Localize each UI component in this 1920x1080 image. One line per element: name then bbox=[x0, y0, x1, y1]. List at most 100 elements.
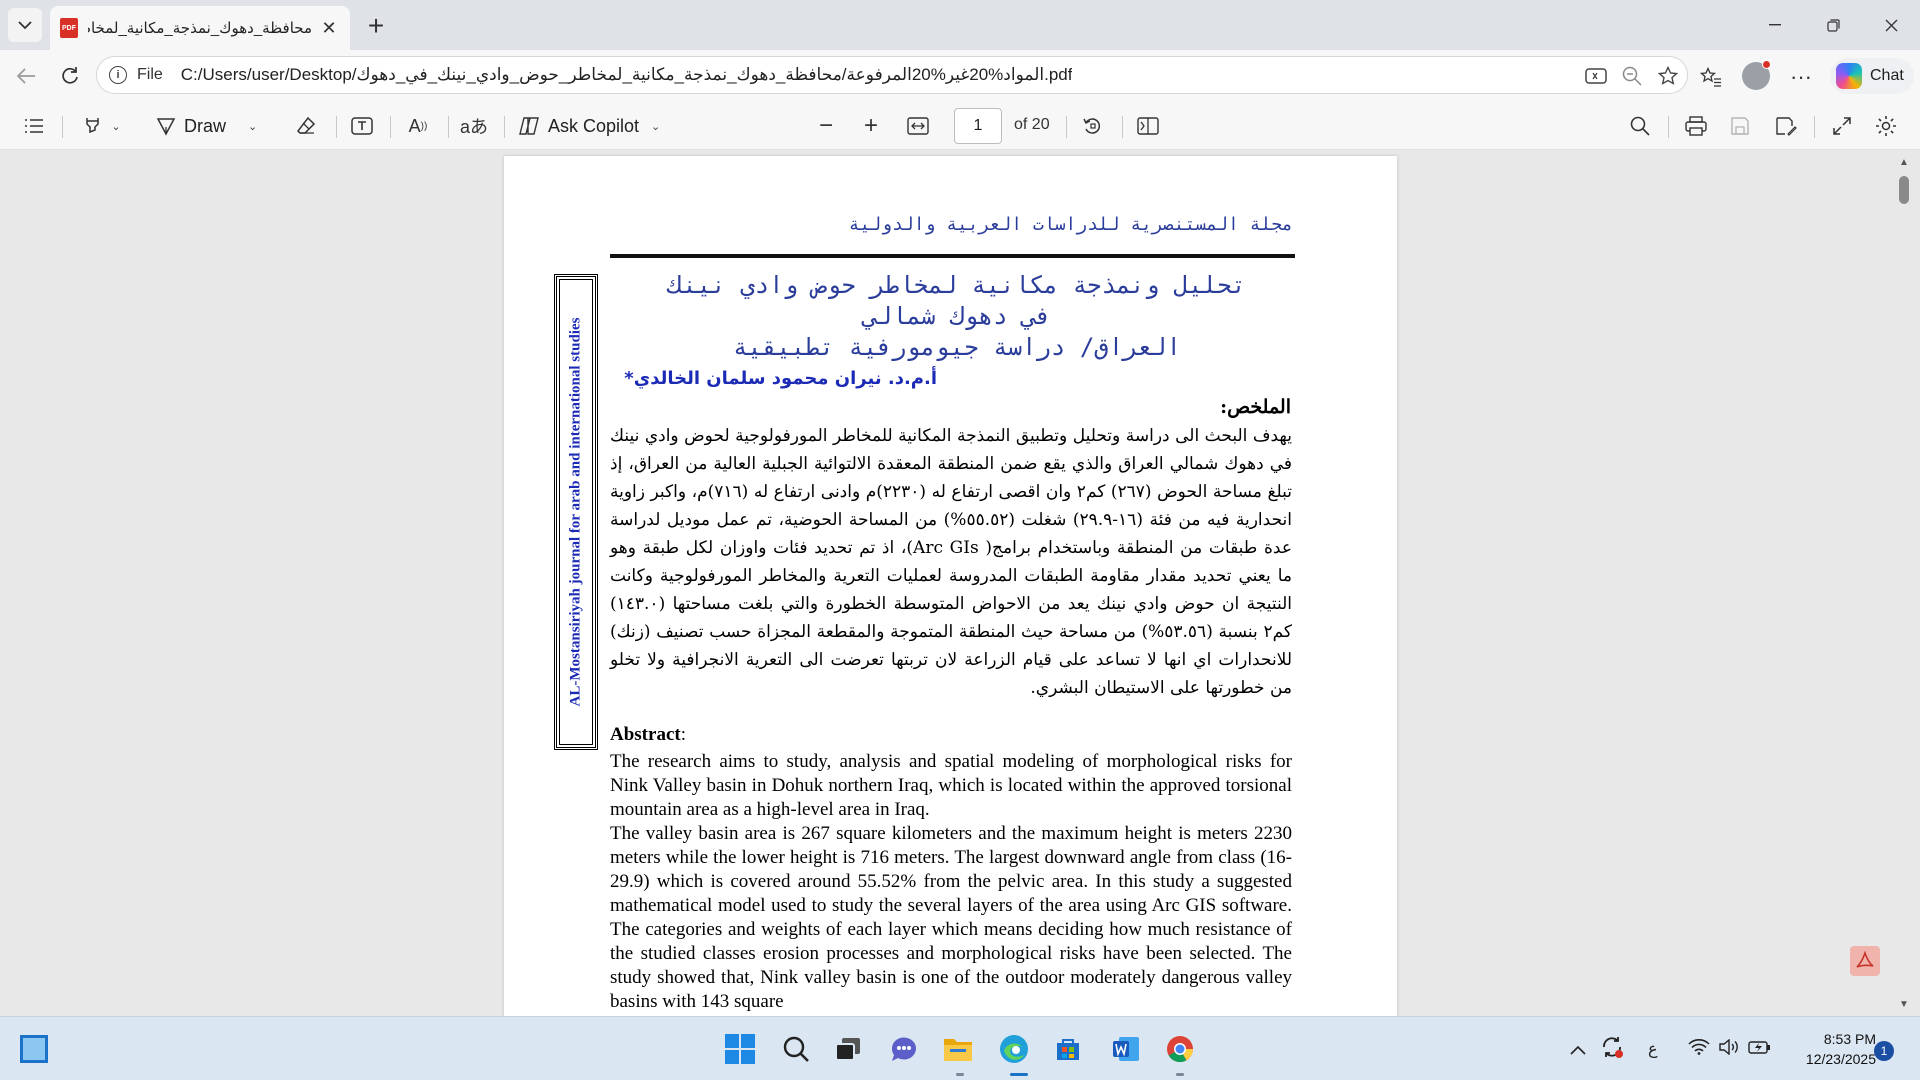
edge-browser-icon[interactable] bbox=[996, 1031, 1032, 1067]
eraser-icon[interactable] bbox=[290, 110, 322, 142]
toolbar-separator bbox=[1066, 116, 1067, 138]
scrollbar-thumb[interactable] bbox=[1899, 176, 1909, 204]
zoom-in-plus-icon[interactable]: + bbox=[855, 110, 887, 142]
translate-icon[interactable]: aあ bbox=[456, 110, 492, 142]
active-tab[interactable]: PDF محافظة_دهوك_نمذجة_مكانية_لمخاط... ✕ bbox=[50, 6, 350, 50]
scroll-down-arrow-icon[interactable]: ▼ bbox=[1896, 996, 1912, 1012]
arabic-summary-heading: الملخص: bbox=[1220, 396, 1291, 418]
save-as-icon[interactable] bbox=[1770, 110, 1802, 142]
clock-date: 12/23/2025 bbox=[1805, 1051, 1876, 1067]
immersive-reader-icon[interactable] bbox=[1583, 63, 1609, 89]
favorites-list-icon[interactable] bbox=[1696, 62, 1726, 92]
journal-side-label: AL-Mostansiriyah journal for arab and in… bbox=[567, 317, 584, 707]
start-windows-icon[interactable] bbox=[722, 1031, 758, 1067]
highlighter-icon bbox=[86, 118, 100, 134]
settings-gear-icon[interactable] bbox=[1870, 110, 1902, 142]
wifi-icon[interactable] bbox=[1688, 1039, 1710, 1060]
abstract-heading-colon: : bbox=[680, 724, 686, 745]
draw-label: Draw bbox=[184, 115, 227, 136]
pdf-viewport[interactable]: مجلة المستنصرية للدراسات العربية والدولي… bbox=[0, 150, 1920, 1016]
draw-button[interactable]: Draw ⌄ bbox=[156, 110, 274, 142]
system-clock[interactable]: 8:53 PM 12/23/2025 bbox=[1786, 1029, 1876, 1069]
contents-list-icon[interactable] bbox=[18, 110, 50, 142]
print-icon[interactable] bbox=[1680, 110, 1712, 142]
title-line: تحليل ونمذجة مكانية لمخاطر حوض وادي نينك bbox=[668, 271, 1246, 299]
add-text-icon[interactable] bbox=[346, 110, 378, 142]
copilot-icon bbox=[519, 117, 539, 135]
address-bar[interactable]: i File C:/Users/user/Desktop/المواد%20غي… bbox=[96, 56, 1688, 94]
vertical-scrollbar[interactable]: ▲ ▼ bbox=[1894, 150, 1914, 1016]
fullscreen-expand-icon[interactable] bbox=[1826, 110, 1858, 142]
fit-to-width-icon[interactable] bbox=[900, 110, 936, 142]
task-view-icon[interactable] bbox=[830, 1031, 866, 1067]
site-info-icon[interactable]: i bbox=[109, 66, 127, 84]
back-arrow-icon[interactable] bbox=[10, 60, 42, 92]
pdf-toolbar: ⌄ Draw ⌄ A)) aあ Ask Copilot ⌄ − + 1 of 2… bbox=[0, 102, 1920, 150]
copilot-logo-icon bbox=[1836, 63, 1862, 89]
notification-badge[interactable]: 1 bbox=[1874, 1041, 1894, 1061]
header-rule bbox=[610, 254, 1295, 258]
teams-chat-icon[interactable] bbox=[886, 1031, 922, 1067]
search-icon[interactable] bbox=[1624, 110, 1656, 142]
sync-update-icon[interactable] bbox=[1600, 1035, 1624, 1064]
read-aloud-icon[interactable]: A)) bbox=[402, 110, 434, 142]
toolbar-separator bbox=[1122, 116, 1123, 138]
more-options-icon[interactable]: ··· bbox=[1786, 62, 1816, 92]
ask-copilot-button[interactable]: Ask Copilot ⌄ bbox=[518, 110, 670, 142]
page-number-input[interactable]: 1 bbox=[954, 108, 1002, 144]
search-icon[interactable] bbox=[778, 1031, 814, 1067]
copilot-chat-button[interactable]: Chat bbox=[1830, 58, 1914, 94]
scroll-up-arrow-icon[interactable]: ▲ bbox=[1896, 154, 1912, 170]
tab-actions-chevron-down-icon[interactable] bbox=[8, 8, 42, 42]
zoom-out-minus-icon[interactable]: − bbox=[810, 110, 842, 142]
clock-time: 8:53 PM bbox=[1823, 1031, 1876, 1047]
journal-side-box: AL-Mostansiriyah journal for arab and in… bbox=[554, 274, 598, 750]
page-view-icon[interactable] bbox=[1132, 110, 1164, 142]
close-window-icon[interactable] bbox=[1862, 0, 1920, 50]
chevron-down-icon[interactable]: ⌄ bbox=[651, 120, 660, 133]
running-indicator bbox=[956, 1073, 964, 1076]
minimize-icon[interactable] bbox=[1746, 0, 1804, 50]
chevron-down-icon[interactable]: ⌄ bbox=[248, 120, 257, 133]
title-line: العراق/ دراسة جيومورفية تطبيقية bbox=[733, 333, 1181, 361]
volume-icon[interactable] bbox=[1718, 1038, 1740, 1060]
close-tab-icon[interactable]: ✕ bbox=[318, 17, 340, 39]
title-bar: PDF محافظة_دهوك_نمذجة_مكانية_لمخاط... ✕ … bbox=[0, 0, 1920, 50]
page-count: of 20 bbox=[1014, 116, 1050, 133]
restore-icon[interactable] bbox=[1804, 0, 1862, 50]
show-hidden-icons-chevron-up-icon[interactable] bbox=[1570, 1039, 1586, 1060]
save-disabled-icon[interactable] bbox=[1724, 110, 1756, 142]
refresh-icon[interactable] bbox=[54, 60, 86, 92]
chevron-down-icon[interactable]: ⌄ bbox=[111, 120, 120, 133]
new-tab-plus-icon[interactable]: + bbox=[360, 10, 392, 42]
toolbar-separator bbox=[62, 116, 63, 138]
favorite-star-icon[interactable] bbox=[1655, 63, 1681, 89]
address-row: i File C:/Users/user/Desktop/المواد%20غي… bbox=[0, 50, 1920, 102]
zoom-out-icon[interactable] bbox=[1619, 63, 1645, 89]
journal-header: مجلة المستنصرية للدراسات العربية والدولي… bbox=[848, 214, 1293, 235]
word-icon[interactable] bbox=[1108, 1031, 1144, 1067]
file-explorer-icon[interactable] bbox=[940, 1031, 976, 1067]
microsoft-store-icon[interactable] bbox=[1050, 1031, 1086, 1067]
highlight-button[interactable]: ⌄ bbox=[74, 110, 130, 142]
author-name: أ.م.د. نيران محمود سلمان الخالدي* bbox=[624, 368, 937, 389]
battery-charging-icon[interactable] bbox=[1748, 1039, 1772, 1060]
acrobat-icon[interactable] bbox=[1850, 946, 1880, 976]
article-title: تحليل ونمذجة مكانية لمخاطر حوض وادي نينك… bbox=[637, 270, 1277, 363]
pdf-page: مجلة المستنصرية للدراسات العربية والدولي… bbox=[504, 156, 1397, 1016]
url-text[interactable]: C:/Users/user/Desktop/المواد%20غير%20الم… bbox=[181, 65, 1073, 85]
tab-title: محافظة_دهوك_نمذجة_مكانية_لمخاط... bbox=[88, 20, 312, 37]
abstract-text: The research aims to study, analysis and… bbox=[610, 750, 1292, 1014]
abstract-paragraph: The valley basin area is 267 square kilo… bbox=[610, 823, 1292, 1012]
file-scheme-label: File bbox=[137, 66, 163, 83]
arabic-summary-text: يهدف البحث الى دراسة وتحليل وتطبيق النمذ… bbox=[610, 426, 1292, 698]
toolbar-separator bbox=[390, 116, 391, 138]
abstract-heading: Abstract: bbox=[610, 724, 686, 746]
toolbar-separator bbox=[336, 116, 337, 138]
chrome-icon[interactable] bbox=[1162, 1031, 1198, 1067]
toolbar-separator bbox=[504, 116, 505, 138]
input-language-indicator[interactable]: ع bbox=[1648, 1039, 1658, 1059]
active-app-indicator bbox=[1010, 1073, 1028, 1076]
rotate-icon[interactable] bbox=[1076, 110, 1108, 142]
widgets-icon[interactable] bbox=[20, 1035, 48, 1063]
